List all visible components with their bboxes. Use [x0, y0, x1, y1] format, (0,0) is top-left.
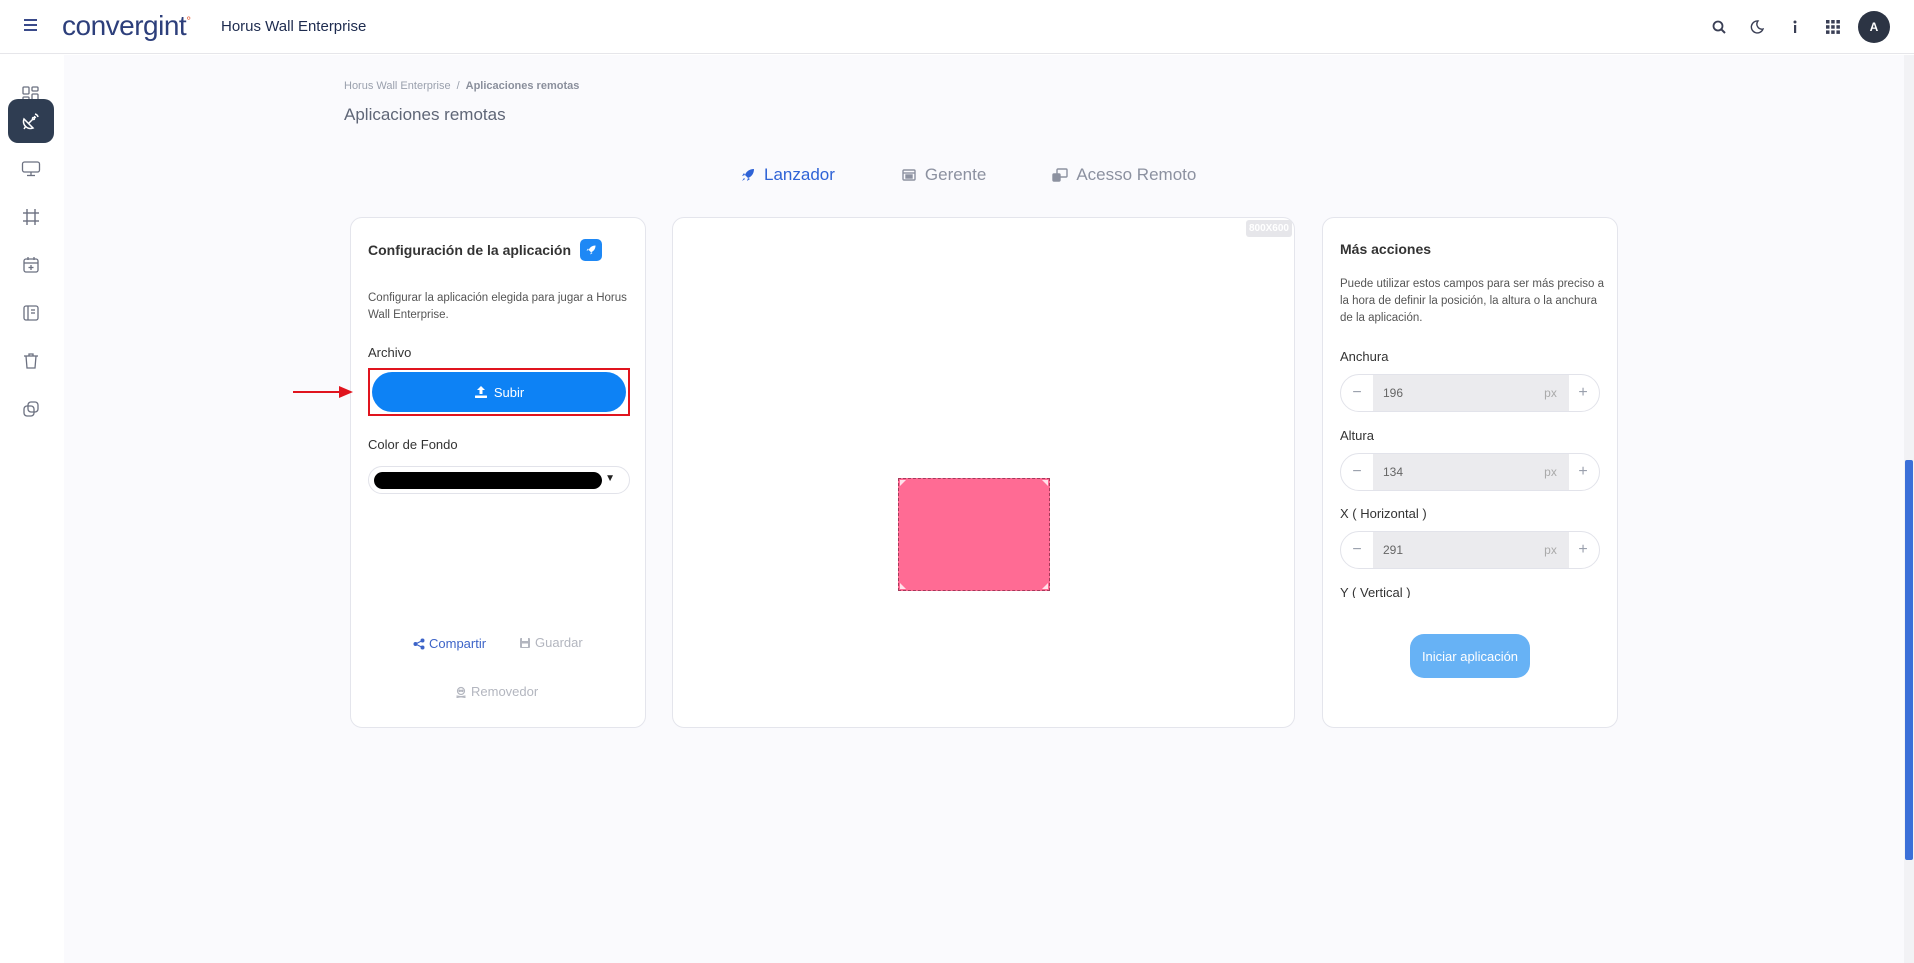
decrement-button[interactable]: − — [1341, 532, 1373, 568]
width-stepper: − px + — [1340, 374, 1600, 412]
bg-color-label: Color de Fondo — [368, 437, 458, 452]
share-button[interactable]: Compartir — [413, 636, 486, 651]
unit-label: px — [1532, 375, 1569, 411]
calendar-plus-icon — [23, 257, 39, 273]
trash-icon — [24, 353, 38, 369]
breadcrumb-current: Aplicaciones remotas — [465, 80, 580, 92]
sidebar-item-crop[interactable] — [8, 195, 54, 239]
crop-icon — [23, 209, 39, 225]
decrement-button[interactable]: − — [1341, 454, 1373, 490]
top-bar: convergint° Horus Wall Enterprise A — [0, 0, 1914, 54]
start-app-button[interactable]: Iniciar aplicación — [1410, 634, 1530, 678]
resize-handle-icon[interactable] — [1040, 480, 1048, 488]
search-icon[interactable] — [1700, 10, 1738, 44]
annotation-arrow-icon — [293, 386, 353, 398]
avatar[interactable]: A — [1858, 11, 1890, 43]
tab-gerente[interactable]: Gerente — [901, 160, 986, 190]
height-stepper: − px + — [1340, 453, 1600, 491]
breadcrumb-root[interactable]: Horus Wall Enterprise — [344, 80, 451, 92]
share-icon — [413, 638, 425, 649]
resize-handle-icon[interactable] — [900, 581, 908, 589]
width-input[interactable] — [1373, 375, 1532, 411]
sidebar-item-schedule[interactable] — [8, 243, 54, 287]
x-label: X ( Horizontal ) — [1340, 506, 1427, 521]
resize-handle-icon[interactable] — [900, 480, 908, 488]
config-card-description: Configurar la aplicación elegida para ju… — [368, 292, 627, 321]
tabs: Lanzador Gerente Acesso Remoto — [740, 160, 1262, 190]
upload-icon — [474, 386, 487, 398]
save-button[interactable]: Guardar — [519, 635, 583, 650]
color-swatch — [374, 472, 602, 489]
app-title: Horus Wall Enterprise — [221, 18, 367, 35]
upload-button[interactable]: Subir — [372, 372, 626, 412]
increment-button[interactable]: + — [1567, 375, 1599, 411]
info-icon[interactable] — [1776, 10, 1814, 44]
logo: convergint° — [62, 10, 191, 41]
window-icon — [902, 169, 916, 181]
preview-canvas[interactable]: 800X600 — [672, 217, 1295, 728]
apps-grid-icon[interactable] — [1814, 10, 1852, 44]
actions-card: Más acciones Puede utilizar estos campos… — [1322, 217, 1618, 728]
rocket-icon — [580, 239, 603, 261]
remote-desktop-icon — [1052, 168, 1069, 182]
moon-icon[interactable] — [1738, 10, 1776, 44]
unit-label: px — [1532, 532, 1569, 568]
bg-color-select[interactable]: ▼ — [368, 466, 630, 494]
unit-label: px — [1532, 454, 1569, 490]
menu-icon[interactable] — [24, 16, 44, 36]
breadcrumb: Horus Wall Enterprise / Aplicaciones remot… — [344, 80, 580, 92]
scrollbar-thumb[interactable] — [1905, 460, 1913, 860]
height-input[interactable] — [1373, 454, 1532, 490]
increment-button[interactable]: + — [1567, 454, 1599, 490]
width-label: Anchura — [1340, 349, 1389, 364]
scrollbar[interactable] — [1904, 55, 1914, 963]
layers-icon — [23, 401, 39, 417]
satellite-dish-icon — [22, 113, 39, 130]
increment-button[interactable]: + — [1567, 532, 1599, 568]
sidebar — [0, 55, 64, 963]
save-icon — [520, 637, 530, 648]
sidebar-item-layers[interactable] — [8, 387, 54, 431]
file-label: Archivo — [368, 345, 412, 360]
config-card: Configuración de la aplicación Configura… — [350, 217, 646, 728]
app-window-preview[interactable] — [898, 478, 1050, 591]
decrement-button[interactable]: − — [1341, 375, 1373, 411]
caret-down-icon: ▼ — [605, 473, 615, 484]
x-stepper: − px + — [1340, 531, 1600, 569]
skull-icon — [456, 686, 466, 698]
tab-lanzador[interactable]: Lanzador — [740, 160, 835, 190]
annotation-highlight-box: Subir — [368, 368, 630, 416]
sidebar-item-notes[interactable] — [8, 291, 54, 335]
x-input[interactable] — [1373, 532, 1532, 568]
height-label: Altura — [1340, 428, 1374, 443]
sidebar-item-remote-apps[interactable] — [8, 99, 54, 143]
sidebar-item-trash[interactable] — [8, 339, 54, 383]
notebook-icon — [23, 305, 39, 321]
remove-button[interactable]: Removedor — [455, 684, 538, 699]
monitor-icon — [21, 161, 41, 177]
resize-handle-icon[interactable] — [1040, 581, 1048, 589]
resolution-badge: 800X600 — [1245, 220, 1292, 237]
config-card-title: Configuración de la aplicación — [368, 239, 603, 261]
rocket-icon — [742, 169, 754, 181]
page-title: Aplicaciones remotas — [344, 105, 506, 124]
y-label: Y ( Vertical ) — [1340, 585, 1411, 598]
sidebar-item-displays[interactable] — [8, 147, 54, 191]
tab-acesso-remoto[interactable]: Acesso Remoto — [1052, 160, 1196, 190]
